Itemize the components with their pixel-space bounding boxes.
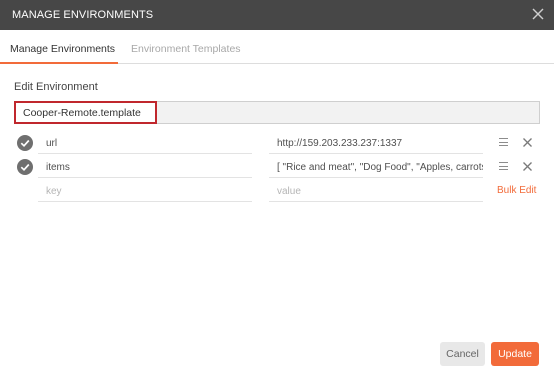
variable-row: items [ "Rice and meat", "Dog Food", "Ap… bbox=[0, 155, 554, 179]
remove-variable-icon[interactable] bbox=[522, 137, 533, 148]
variable-key-input[interactable]: url bbox=[38, 131, 252, 154]
environment-name-input[interactable] bbox=[14, 101, 157, 124]
active-tab-indicator bbox=[0, 62, 118, 64]
variable-value-input[interactable]: http://159.203.233.237:1337 bbox=[269, 131, 483, 154]
dialog-titlebar: MANAGE ENVIRONMENTS bbox=[0, 0, 554, 30]
dialog-title: MANAGE ENVIRONMENTS bbox=[12, 9, 154, 21]
checkbox-checked-icon[interactable] bbox=[17, 159, 33, 175]
close-icon[interactable] bbox=[531, 7, 545, 21]
tab-bar: Manage Environments Environment Template… bbox=[0, 30, 554, 64]
drag-handle-icon[interactable] bbox=[499, 162, 508, 171]
tab-environment-templates[interactable]: Environment Templates bbox=[131, 43, 241, 55]
variable-key-input[interactable]: items bbox=[38, 155, 252, 178]
variable-row: url http://159.203.233.237:1337 bbox=[0, 131, 554, 155]
bulk-edit-link[interactable]: Bulk Edit bbox=[497, 185, 536, 196]
drag-handle-icon[interactable] bbox=[499, 138, 508, 147]
variable-value-input[interactable]: [ "Rice and meat", "Dog Food", "Apples, … bbox=[269, 155, 483, 178]
new-variable-row: key value Bulk Edit bbox=[0, 179, 554, 203]
edit-environment-heading: Edit Environment bbox=[14, 81, 98, 93]
cancel-button[interactable]: Cancel bbox=[440, 342, 485, 366]
new-value-input[interactable]: value bbox=[269, 179, 483, 202]
tab-manage-environments[interactable]: Manage Environments bbox=[10, 43, 115, 55]
remove-variable-icon[interactable] bbox=[522, 161, 533, 172]
checkbox-checked-icon[interactable] bbox=[17, 135, 33, 151]
new-key-input[interactable]: key bbox=[38, 179, 252, 202]
update-button[interactable]: Update bbox=[491, 342, 539, 366]
